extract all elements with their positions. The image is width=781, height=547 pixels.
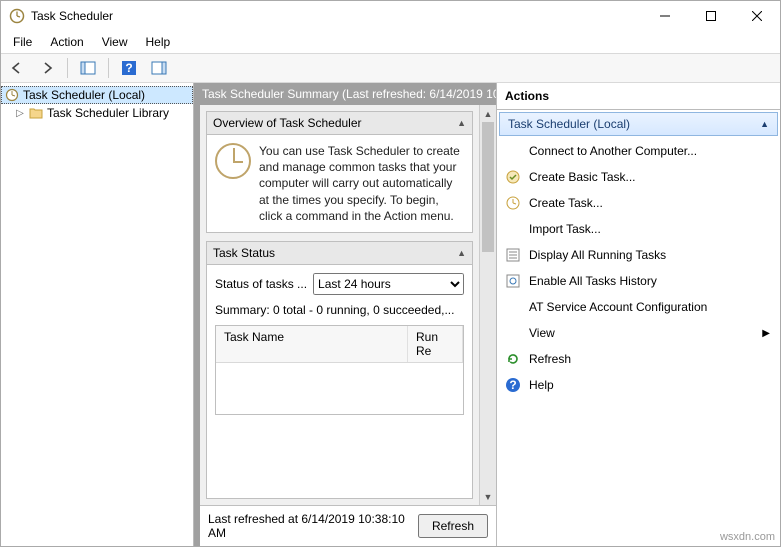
action-label: Connect to Another Computer... bbox=[529, 144, 697, 158]
collapse-icon[interactable]: ▲ bbox=[457, 248, 466, 258]
wizard-icon bbox=[505, 169, 521, 185]
action-refresh[interactable]: Refresh bbox=[497, 346, 780, 372]
toolbar-separator bbox=[67, 58, 68, 78]
window-title: Task Scheduler bbox=[31, 9, 642, 23]
action-label: View bbox=[529, 326, 555, 340]
action-label: Refresh bbox=[529, 352, 571, 366]
tree-pane: Task Scheduler (Local) ▷ Task Scheduler … bbox=[1, 83, 194, 546]
overview-panel: Overview of Task Scheduler ▲ You can use… bbox=[206, 111, 473, 233]
actions-group-header[interactable]: Task Scheduler (Local) ▲ bbox=[499, 112, 778, 136]
scroll-thumb[interactable] bbox=[482, 122, 494, 252]
help-button[interactable]: ? bbox=[117, 56, 141, 80]
task-status-header[interactable]: Task Status ▲ bbox=[207, 242, 472, 265]
actions-group-label: Task Scheduler (Local) bbox=[508, 117, 630, 131]
blank-icon bbox=[505, 299, 521, 315]
blank-icon bbox=[505, 143, 521, 159]
collapse-icon[interactable]: ▲ bbox=[760, 119, 769, 129]
status-label: Status of tasks ... bbox=[215, 277, 307, 291]
action-create-basic-task[interactable]: Create Basic Task... bbox=[497, 164, 780, 190]
summary-header: Task Scheduler Summary (Last refreshed: … bbox=[194, 83, 496, 105]
tree-root[interactable]: Task Scheduler (Local) bbox=[1, 86, 193, 104]
list-icon bbox=[505, 247, 521, 263]
summary-pane: Task Scheduler Summary (Last refreshed: … bbox=[194, 83, 496, 546]
blank-icon bbox=[505, 221, 521, 237]
clock-icon bbox=[5, 88, 19, 102]
task-table[interactable]: Task Name Run Re bbox=[215, 325, 464, 415]
col-run-result[interactable]: Run Re bbox=[408, 326, 463, 362]
action-label: Enable All Tasks History bbox=[529, 274, 657, 288]
content-area: Task Scheduler (Local) ▷ Task Scheduler … bbox=[1, 83, 780, 546]
toolbar-separator bbox=[108, 58, 109, 78]
menu-help[interactable]: Help bbox=[138, 33, 179, 51]
task-icon bbox=[505, 195, 521, 211]
blank-icon bbox=[505, 325, 521, 341]
action-label: Create Basic Task... bbox=[529, 170, 636, 184]
overview-text: You can use Task Scheduler to create and… bbox=[259, 143, 464, 224]
forward-button[interactable] bbox=[35, 56, 59, 80]
summary-footer: Last refreshed at 6/14/2019 10:38:10 AM … bbox=[200, 505, 496, 546]
action-label: Help bbox=[529, 378, 554, 392]
actions-pane: Actions Task Scheduler (Local) ▲ Connect… bbox=[496, 83, 780, 546]
task-status-panel: Task Status ▲ Status of tasks ... Last 2… bbox=[206, 241, 473, 499]
show-hide-tree-button[interactable] bbox=[76, 56, 100, 80]
action-label: AT Service Account Configuration bbox=[529, 300, 707, 314]
overview-panel-header[interactable]: Overview of Task Scheduler ▲ bbox=[207, 112, 472, 135]
maximize-button[interactable] bbox=[688, 1, 734, 31]
folder-icon bbox=[29, 107, 43, 119]
titlebar: Task Scheduler bbox=[1, 1, 780, 31]
scroll-up-icon[interactable]: ▲ bbox=[480, 105, 496, 122]
action-label: Import Task... bbox=[529, 222, 601, 236]
minimize-button[interactable] bbox=[642, 1, 688, 31]
action-at-service[interactable]: AT Service Account Configuration bbox=[497, 294, 780, 320]
scroll-down-icon[interactable]: ▼ bbox=[480, 488, 496, 505]
vertical-scrollbar[interactable]: ▲ ▼ bbox=[479, 105, 496, 505]
menu-file[interactable]: File bbox=[5, 33, 40, 51]
close-button[interactable] bbox=[734, 1, 780, 31]
expand-icon[interactable]: ▷ bbox=[15, 108, 25, 119]
status-period-dropdown[interactable]: Last 24 hours bbox=[313, 273, 464, 295]
actions-header: Actions bbox=[497, 83, 780, 110]
back-button[interactable] bbox=[5, 56, 29, 80]
action-import-task[interactable]: Import Task... bbox=[497, 216, 780, 242]
menu-action[interactable]: Action bbox=[42, 33, 91, 51]
watermark: wsxdn.com bbox=[720, 531, 775, 543]
status-summary-text: Summary: 0 total - 0 running, 0 succeede… bbox=[215, 303, 464, 317]
toolbar: ? bbox=[1, 53, 780, 83]
action-connect[interactable]: Connect to Another Computer... bbox=[497, 138, 780, 164]
action-view[interactable]: View ▶ bbox=[497, 320, 780, 346]
action-help[interactable]: ? Help bbox=[497, 372, 780, 398]
col-task-name[interactable]: Task Name bbox=[216, 326, 408, 362]
tree-library-label: Task Scheduler Library bbox=[47, 106, 169, 120]
action-label: Display All Running Tasks bbox=[529, 248, 666, 262]
svg-text:?: ? bbox=[125, 61, 132, 75]
help-icon: ? bbox=[505, 377, 521, 393]
overview-title: Overview of Task Scheduler bbox=[213, 116, 362, 130]
tree-library[interactable]: ▷ Task Scheduler Library bbox=[1, 104, 193, 122]
last-refreshed-text: Last refreshed at 6/14/2019 10:38:10 AM bbox=[208, 512, 418, 540]
tree-root-label: Task Scheduler (Local) bbox=[23, 88, 145, 102]
action-enable-history[interactable]: Enable All Tasks History bbox=[497, 268, 780, 294]
menubar: File Action View Help bbox=[1, 31, 780, 53]
action-create-task[interactable]: Create Task... bbox=[497, 190, 780, 216]
collapse-icon[interactable]: ▲ bbox=[457, 118, 466, 128]
svg-text:?: ? bbox=[509, 378, 516, 392]
action-label: Create Task... bbox=[529, 196, 603, 210]
refresh-icon bbox=[505, 351, 521, 367]
show-action-pane-button[interactable] bbox=[147, 56, 171, 80]
task-status-title: Task Status bbox=[213, 246, 275, 260]
refresh-button[interactable]: Refresh bbox=[418, 514, 488, 538]
clock-icon bbox=[215, 143, 251, 179]
menu-view[interactable]: View bbox=[94, 33, 136, 51]
app-window: Task Scheduler File Action View Help ? T… bbox=[0, 0, 781, 547]
submenu-arrow-icon: ▶ bbox=[762, 328, 770, 339]
action-display-running[interactable]: Display All Running Tasks bbox=[497, 242, 780, 268]
app-icon bbox=[9, 8, 25, 24]
history-icon bbox=[505, 273, 521, 289]
